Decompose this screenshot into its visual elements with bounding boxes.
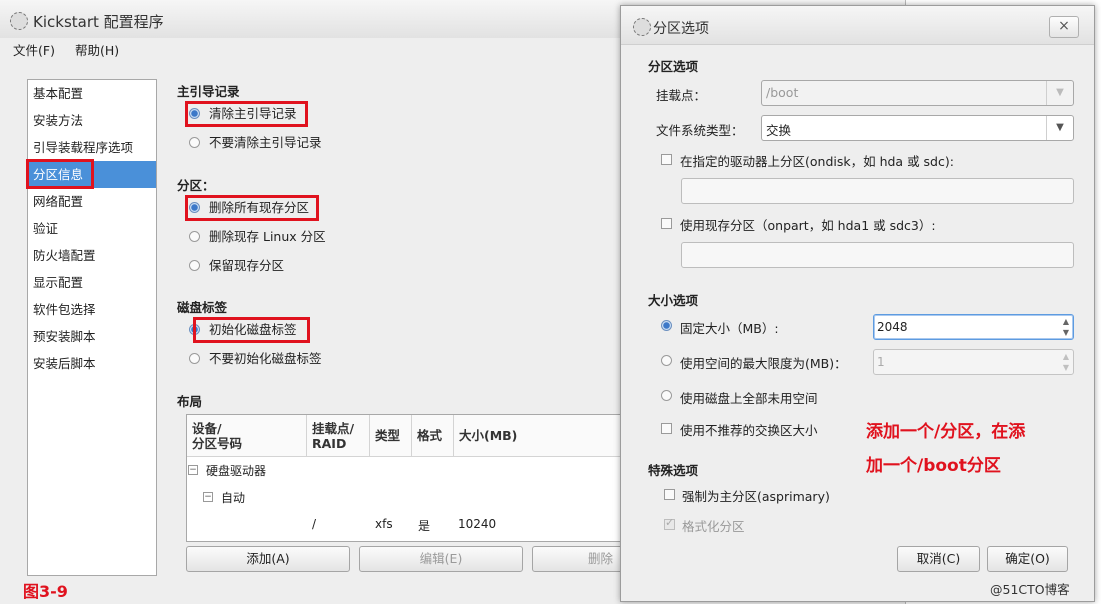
edit-partition-button[interactable]: 编辑(E) <box>359 546 523 572</box>
highlight-box-sidebar <box>26 159 94 189</box>
onpart-input[interactable] <box>681 242 1074 268</box>
max-size-value: 1 <box>877 355 885 369</box>
add-partition-button[interactable]: 添加(A) <box>186 546 350 572</box>
ondisk-checkbox[interactable] <box>661 154 672 165</box>
format-partition-label: 格式化分区 <box>682 519 745 534</box>
config-category-list: 基本配置 安装方法 引导装载程序选项 分区信息 网络配置 验证 防火墙配置 显示… <box>27 79 157 576</box>
partition-options-section-title: 分区选项 <box>648 59 699 74</box>
cancel-button[interactable]: 取消(C) <box>897 546 980 572</box>
radio-indicator[interactable] <box>189 137 200 148</box>
partition-layout-table[interactable]: 设备/ 分区号码 挂载点/ RAID 类型 格式 大小(MB) − 硬盘驱动器 … <box>186 414 648 542</box>
radio-fill-disk[interactable] <box>661 390 672 401</box>
column-header-format[interactable]: 格式 <box>412 415 454 457</box>
recommended-swap-label: 使用不推荐的交换区大小 <box>680 423 818 438</box>
delete-partition-button[interactable]: 删除 <box>532 546 632 572</box>
chevron-down-icon[interactable]: ▼ <box>1046 81 1073 105</box>
asprimary-checkbox[interactable] <box>664 489 675 500</box>
watermark: @51CTO博客 <box>990 582 1070 597</box>
max-size-label: 使用空间的最大限度为(MB)： <box>680 356 847 371</box>
spinner-arrows-icon[interactable]: ▲ ▼ <box>1061 316 1071 338</box>
sidebar-item-packages[interactable]: 软件包选择 <box>28 296 156 323</box>
recommended-swap-checkbox[interactable] <box>661 423 672 434</box>
close-icon[interactable]: × <box>1049 16 1079 38</box>
annotation-line-2: 加一个/boot分区 <box>866 456 1001 476</box>
sidebar-item-firewall[interactable]: 防火墙配置 <box>28 242 156 269</box>
ok-button[interactable]: 确定(O) <box>987 546 1068 572</box>
sidebar-item-install-method[interactable]: 安装方法 <box>28 107 156 134</box>
mount-point-label: 挂载点： <box>656 88 707 103</box>
asprimary-label: 强制为主分区(asprimary) <box>682 489 830 504</box>
layout-section-title: 布局 <box>177 394 203 409</box>
chevron-down-icon[interactable]: ▼ <box>1046 116 1073 140</box>
partition-options-dialog: 分区选项 × 分区选项 挂载点： /boot ▼ 文件系统类型： 交换 ▼ 在指… <box>620 5 1095 602</box>
cell-size: 10240 <box>458 517 497 531</box>
column-header-size[interactable]: 大小(MB) <box>454 415 647 457</box>
radio-no-init-disklabel-label: 不要初始化磁盘标签 <box>209 351 322 366</box>
mount-point-combo[interactable]: /boot ▼ <box>761 80 1074 106</box>
radio-keep-mbr-label: 不要清除主引导记录 <box>209 135 322 150</box>
onpart-label: 使用现存分区（onpart，如 hda1 或 sdc3）: <box>680 218 936 233</box>
column-header-device[interactable]: 设备/ 分区号码 <box>187 415 307 457</box>
onpart-checkbox[interactable] <box>661 218 672 229</box>
disklabel-section-title: 磁盘标签 <box>177 300 228 315</box>
sidebar-item-auth[interactable]: 验证 <box>28 215 156 242</box>
special-options-section-title: 特殊选项 <box>648 463 699 478</box>
column-header-mount[interactable]: 挂载点/ RAID <box>307 415 370 457</box>
tree-node-auto[interactable]: 自动 <box>221 489 245 506</box>
highlight-box-mbr <box>185 101 308 127</box>
fixed-size-value: 2048 <box>877 320 908 334</box>
cell-type: xfs <box>375 517 393 531</box>
fixed-size-spinner[interactable]: 2048 ▲ ▼ <box>873 314 1074 340</box>
highlight-box-partitions <box>185 195 319 221</box>
ondisk-label: 在指定的驱动器上分区(ondisk，如 hda 或 sdc): <box>680 154 954 169</box>
fs-type-combo[interactable]: 交换 ▼ <box>761 115 1074 141</box>
fs-type-value: 交换 <box>766 123 792 138</box>
kickstart-app-icon <box>10 12 28 30</box>
fs-type-label: 文件系统类型： <box>656 123 744 138</box>
menu-file[interactable]: 文件(F) <box>13 40 55 59</box>
radio-indicator[interactable] <box>189 231 200 242</box>
format-partition-checkbox[interactable] <box>664 516 675 530</box>
partition-section-title: 分区： <box>177 178 215 193</box>
fixed-size-label: 固定大小（MB）: <box>680 321 779 336</box>
radio-keep-partitions-label: 保留现存分区 <box>209 258 285 273</box>
radio-fixed-size[interactable] <box>661 320 672 331</box>
fill-disk-label: 使用磁盘上全部未用空间 <box>680 391 818 406</box>
radio-remove-linux-label: 删除现存 Linux 分区 <box>209 229 326 244</box>
window-title: Kickstart 配置程序 <box>33 13 164 31</box>
column-header-type[interactable]: 类型 <box>370 415 412 457</box>
annotation-line-1: 添加一个/分区，在添 <box>866 422 1026 442</box>
sidebar-item-basic[interactable]: 基本配置 <box>28 80 156 107</box>
sidebar-item-bootloader[interactable]: 引导装载程序选项 <box>28 134 156 161</box>
dialog-titlebar[interactable]: 分区选项 × <box>621 6 1094 45</box>
radio-indicator[interactable] <box>189 353 200 364</box>
menu-help[interactable]: 帮助(H) <box>75 40 119 59</box>
sidebar-item-display[interactable]: 显示配置 <box>28 269 156 296</box>
spinner-arrows-icon[interactable]: ▲ ▼ <box>1061 351 1071 373</box>
max-size-spinner[interactable]: 1 ▲ ▼ <box>873 349 1074 375</box>
sidebar-item-pre-script[interactable]: 预安装脚本 <box>28 323 156 350</box>
cell-mount: / <box>312 517 317 531</box>
size-options-section-title: 大小选项 <box>648 293 699 308</box>
figure-label: 图3-9 <box>23 582 68 601</box>
ondisk-input[interactable] <box>681 178 1074 204</box>
collapse-icon[interactable]: − <box>203 492 213 502</box>
dialog-title: 分区选项 <box>653 21 709 37</box>
sidebar-item-network[interactable]: 网络配置 <box>28 188 156 215</box>
highlight-box-disklabel <box>193 317 310 343</box>
mbr-section-title: 主引导记录 <box>177 84 240 99</box>
kickstart-app-icon <box>633 18 651 36</box>
cell-format: 是 <box>418 519 431 533</box>
radio-max-size[interactable] <box>661 355 672 366</box>
radio-indicator[interactable] <box>189 260 200 271</box>
tree-node-harddrive[interactable]: 硬盘驱动器 <box>206 462 266 479</box>
mount-point-value: /boot <box>766 85 799 100</box>
sidebar-item-post-script[interactable]: 安装后脚本 <box>28 350 156 377</box>
collapse-icon[interactable]: − <box>188 465 198 475</box>
